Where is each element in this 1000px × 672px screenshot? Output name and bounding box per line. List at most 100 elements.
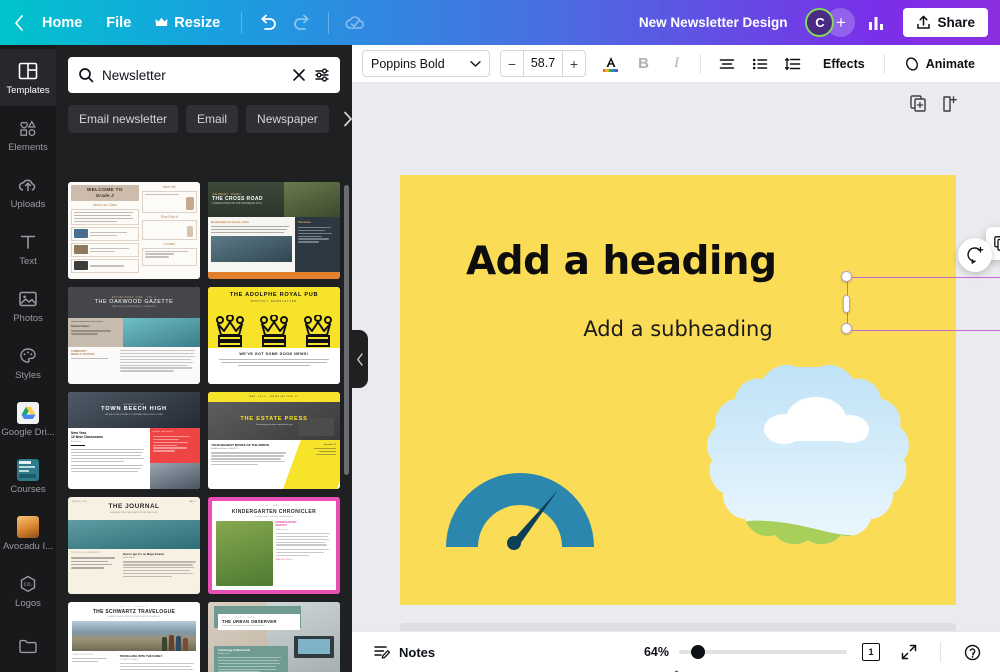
zoom-slider[interactable]	[679, 650, 847, 654]
zoom-level-label[interactable]: 64%	[644, 645, 669, 659]
template-card[interactable]: VOL 3 · ISSUE 2 · 2021 THE URBAN OBSERVE…	[208, 602, 340, 672]
template-card[interactable]: ISSUE 01 · 2021 MAY 21 THE JOURNAL A NEW…	[68, 497, 200, 594]
bold-button[interactable]: B	[629, 49, 658, 78]
heading-text-element[interactable]: Add a heading	[466, 239, 834, 284]
share-button[interactable]: Share	[903, 8, 988, 37]
bottom-bar: Notes 64% 1	[352, 631, 1000, 672]
design-canvas[interactable]: Add a heading Add a subheading	[400, 175, 956, 605]
insights-button[interactable]	[859, 6, 893, 40]
add-page-button[interactable]	[941, 95, 958, 117]
duplicate-page-icon	[910, 95, 927, 112]
canva-editor-app: Home File Resize New Newsletter Design	[0, 0, 1000, 672]
fullscreen-button[interactable]	[895, 638, 923, 666]
left-rail: Templates Elements Uploads Text Photos S…	[0, 45, 56, 672]
top-bar-right-group: New Newsletter Design C + Share	[629, 6, 1000, 40]
zoom-controls: 64% 1	[644, 638, 986, 666]
font-size-input[interactable]: 58.7	[523, 51, 563, 76]
chips-next-button[interactable]	[337, 105, 352, 133]
gauge-graphic[interactable]	[440, 443, 600, 553]
back-button[interactable]	[10, 9, 30, 37]
sidebar-item-label: Elements	[8, 142, 48, 153]
file-menu-button[interactable]: File	[94, 9, 143, 37]
animate-label: Animate	[926, 57, 975, 71]
template-card[interactable]: NEWSLETTER TOWN BEECH HIGH WE WELCOME YO…	[68, 392, 200, 489]
italic-label: I	[674, 55, 679, 72]
duplicate-page-button[interactable]	[910, 95, 927, 117]
sidebar-item-label: Text	[19, 256, 36, 267]
resize-button[interactable]: Resize	[143, 9, 232, 37]
landscape-badge-graphic[interactable]	[704, 363, 936, 595]
chip-email-newsletter[interactable]: Email newsletter	[68, 105, 178, 133]
subheading-text-element[interactable]: Add a subheading	[400, 317, 956, 341]
sidebar-item-folder[interactable]	[0, 619, 56, 672]
color-swatch	[603, 69, 618, 72]
sidebar-item-logos[interactable]: co. Logos	[0, 562, 56, 619]
upload-cloud-icon	[17, 174, 39, 196]
close-icon	[292, 68, 306, 82]
align-button[interactable]	[712, 49, 741, 78]
font-family-select[interactable]: Poppins Bold	[362, 50, 490, 77]
template-card[interactable]: THE WEEKLY · ISSUE 3 THE CROSS ROAD A NE…	[208, 182, 340, 279]
search-box[interactable]	[68, 57, 340, 93]
folder-icon	[17, 636, 39, 656]
template-card[interactable]: MAY 2021 · NEWSLETTER 12 THE ESTATE PRES…	[208, 392, 340, 489]
text-color-button[interactable]	[596, 49, 625, 78]
divider	[940, 642, 941, 662]
template-card[interactable]: WELCOME TO Grade 2 About our Class	[68, 182, 200, 279]
chip-email[interactable]: Email	[186, 105, 238, 133]
panel-scrollbar[interactable]	[344, 185, 349, 665]
add-page-bar[interactable]: + Add page	[400, 623, 956, 631]
share-label: Share	[937, 15, 975, 30]
bold-label: B	[638, 55, 649, 72]
list-button[interactable]	[745, 49, 774, 78]
home-button[interactable]: Home	[30, 9, 94, 37]
notes-button[interactable]: Notes	[366, 638, 443, 666]
animate-button[interactable]: Animate	[894, 50, 985, 78]
template-card-selected[interactable]: VOL 8 · MAY 2021 KINDERGARTEN CHRONICLER…	[208, 497, 340, 594]
page-manager-button[interactable]: 1	[857, 638, 885, 666]
sidebar-item-elements[interactable]: Elements	[0, 106, 56, 163]
cloud-sync-button[interactable]	[338, 6, 372, 40]
sidebar-item-google-drive[interactable]: Google Dri...	[0, 391, 56, 448]
filter-button[interactable]	[314, 67, 330, 83]
resize-handle-left[interactable]	[843, 295, 850, 313]
align-center-icon	[719, 57, 735, 71]
search-input[interactable]	[102, 68, 284, 83]
template-card[interactable]: THE ADOLPHE ROYAL PUB · MONTHLY NEWSLETT…	[208, 287, 340, 384]
sidebar-item-text[interactable]: Text	[0, 220, 56, 277]
italic-button[interactable]: I	[662, 49, 691, 78]
effects-button[interactable]: Effects	[813, 51, 875, 77]
sidebar-item-uploads[interactable]: Uploads	[0, 163, 56, 220]
help-icon	[964, 644, 981, 661]
sidebar-item-templates[interactable]: Templates	[0, 49, 56, 106]
sidebar-item-styles[interactable]: Styles	[0, 334, 56, 391]
resize-handle-bottom-left[interactable]	[841, 323, 852, 334]
sidebar-item-avocadu[interactable]: Avocadu I...	[0, 505, 56, 562]
top-bar-left-group: Home File Resize	[0, 6, 372, 40]
scrollbar-thumb[interactable]	[344, 185, 349, 475]
increase-font-size-button[interactable]: +	[563, 51, 585, 76]
resize-handle-top-left[interactable]	[841, 271, 852, 282]
chip-newspaper[interactable]: Newspaper	[246, 105, 329, 133]
template-card[interactable]: VOL 1 · ISSUE 3 THE SCHWARTZ TRAVELOGUE …	[68, 602, 200, 672]
page-tools	[910, 95, 958, 117]
sidebar-item-courses[interactable]: Courses	[0, 448, 56, 505]
line-spacing-button[interactable]	[778, 49, 807, 78]
top-bar: Home File Resize New Newsletter Design	[0, 0, 1000, 45]
add-comment-button[interactable]	[958, 238, 992, 272]
chevron-left-icon	[14, 15, 24, 31]
editor-area: Poppins Bold − 58.7 + B I	[352, 45, 1000, 672]
undo-button[interactable]	[251, 6, 285, 40]
zoom-slider-knob[interactable]	[691, 645, 705, 659]
redo-button[interactable]	[285, 6, 319, 40]
sidebar-item-photos[interactable]: Photos	[0, 277, 56, 334]
decrease-font-size-button[interactable]: −	[501, 51, 523, 76]
help-button[interactable]	[958, 638, 986, 666]
home-label: Home	[42, 15, 82, 31]
collapse-panel-button[interactable]	[352, 330, 368, 388]
clear-search-button[interactable]	[292, 68, 306, 82]
redo-icon	[292, 14, 312, 32]
template-card[interactable]: ESTABLISHED 1998 · VOL 4 THE OAKWOOD GAZ…	[68, 287, 200, 384]
palette-icon	[17, 345, 39, 367]
document-title[interactable]: New Newsletter Design	[629, 9, 798, 36]
